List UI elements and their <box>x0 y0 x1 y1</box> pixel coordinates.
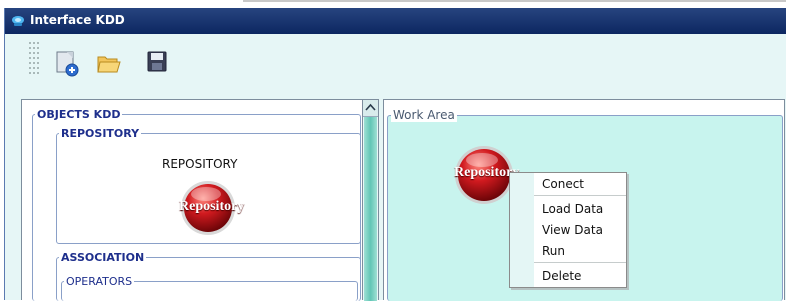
menu-item-delete[interactable]: Delete <box>510 266 626 287</box>
operators-group-title: OPERATORS <box>66 275 133 288</box>
app-icon <box>12 16 24 26</box>
menu-separator <box>534 195 626 196</box>
window-title: Interface KDD <box>30 13 125 27</box>
scroll-up-button[interactable] <box>363 100 378 117</box>
chevron-up-icon <box>365 103 376 111</box>
menu-item-conect[interactable]: Conect <box>510 174 626 195</box>
operators-group: OPERATORS <box>61 275 358 301</box>
objects-scrollbar[interactable] <box>362 99 379 301</box>
new-document-button[interactable] <box>54 48 82 78</box>
context-menu: Conect Load Data View Data Run Delete <box>509 172 627 288</box>
repository-object[interactable]: Repository <box>179 180 245 236</box>
scroll-thumb[interactable] <box>364 117 377 301</box>
menu-item-label: Run <box>542 244 566 258</box>
open-folder-button[interactable] <box>95 48 123 78</box>
toolbar-grip[interactable] <box>28 40 40 78</box>
repository-group-title: REPOSITORY <box>61 127 140 140</box>
menu-item-load-data[interactable]: Load Data <box>510 199 626 220</box>
work-area-repository-node[interactable]: Repository <box>454 145 520 205</box>
folder-open-icon <box>97 56 121 73</box>
repository-node-label: Repository <box>454 165 520 180</box>
repository-caption: REPOSITORY <box>162 157 238 171</box>
menu-item-label: View Data <box>542 223 603 237</box>
title-bar: Interface KDD <box>5 8 786 34</box>
save-button[interactable] <box>145 48 173 78</box>
association-group-title: ASSOCIATION <box>61 251 145 264</box>
menu-item-run[interactable]: Run <box>510 241 626 262</box>
top-divider <box>243 0 786 2</box>
work-area-title: Work Area <box>391 108 457 122</box>
floppy-disk-icon <box>147 51 167 72</box>
menu-item-label: Load Data <box>542 202 604 216</box>
menu-separator <box>534 262 626 263</box>
objects-kdd-title: OBJECTS KDD <box>37 108 121 121</box>
menu-item-label: Delete <box>542 269 582 283</box>
menu-item-view-data[interactable]: View Data <box>510 220 626 241</box>
repository-ball-label: Repository <box>179 199 245 214</box>
new-document-icon <box>56 51 79 77</box>
menu-item-label: Conect <box>542 177 585 191</box>
